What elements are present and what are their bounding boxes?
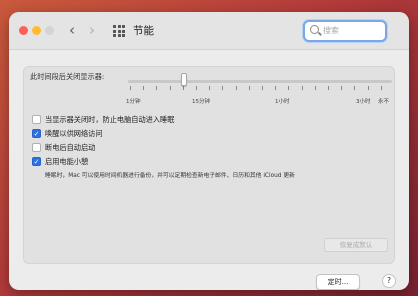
slider-tick [196, 86, 197, 90]
slider-tick [156, 86, 158, 90]
slider-tick [275, 86, 277, 90]
wake-network-checkbox[interactable]: ✓ [32, 129, 41, 138]
slider-tick [367, 86, 369, 90]
tick-label-never: 永不 [378, 99, 390, 105]
slider-tick [354, 86, 356, 90]
slider-tick [341, 86, 343, 90]
back-icon[interactable]: ‹ [69, 21, 75, 39]
slider-thumb[interactable] [181, 73, 187, 86]
power-nap-description: 睡眠时，Mac 可以使用时间机器进行备份，并可以定期检查新电子邮件、日历和其他 … [45, 173, 295, 179]
slider-tick [169, 86, 171, 90]
help-button[interactable]: ? [382, 274, 396, 288]
forward-icon[interactable]: › [89, 21, 95, 39]
tick-label-15min: 15分钟 [192, 99, 210, 105]
power-nap-checkbox[interactable]: ✓ [32, 157, 41, 166]
slider-tick [288, 86, 290, 90]
settings-panel: 此时间段后关闭显示器: 1分钟 15分钟 1小时 3小时 永不 当显示器关闭时，… [23, 66, 395, 264]
slider-tick [130, 86, 131, 90]
search-field[interactable]: 搜索 [303, 20, 387, 42]
display-sleep-slider[interactable] [128, 80, 392, 83]
slider-tick [262, 86, 263, 90]
restore-defaults-button[interactable]: 恢复成默认 [324, 238, 388, 252]
display-sleep-label: 此时间段后关闭显示器: [30, 72, 105, 81]
restart-after-power-failure-label: 断电后自动启动 [45, 143, 96, 152]
slider-tick [209, 86, 211, 90]
slider-tick [328, 86, 329, 90]
slider-tick [182, 86, 184, 90]
zoom-button[interactable] [45, 26, 54, 35]
wake-network-label: 唤醒以供网络访问 [45, 129, 103, 138]
title-bar: ‹ › 节能 搜索 [9, 12, 409, 50]
tick-label-1min: 1分钟 [126, 99, 141, 105]
prevent-sleep-checkbox[interactable] [32, 115, 41, 124]
slider-tick [222, 86, 224, 90]
slider-tick [314, 86, 316, 90]
window-title: 节能 [133, 25, 154, 37]
power-nap-label: 启用电能小憩 [45, 157, 89, 166]
schedule-button[interactable]: 定时... [316, 274, 360, 290]
slider-tick [248, 86, 250, 90]
slider-tick [301, 86, 303, 90]
close-button[interactable] [19, 26, 28, 35]
minimize-button[interactable] [32, 26, 41, 35]
tick-label-3hours: 3小时 [356, 99, 371, 105]
tick-label-1hour: 1小时 [275, 99, 290, 105]
search-placeholder: 搜索 [323, 26, 339, 35]
preferences-window: ‹ › 节能 搜索 此时间段后关闭显示器: 1分钟 15分钟 1小时 3小时 永… [9, 12, 409, 290]
slider-tick [235, 86, 237, 90]
search-icon [310, 25, 319, 34]
slider-tick [380, 86, 382, 90]
show-all-grid-icon[interactable] [113, 25, 125, 37]
restart-after-power-failure-checkbox[interactable] [32, 143, 41, 152]
prevent-sleep-label: 当显示器关闭时，防止电脑自动进入睡眠 [45, 115, 175, 124]
slider-tick [143, 86, 145, 90]
